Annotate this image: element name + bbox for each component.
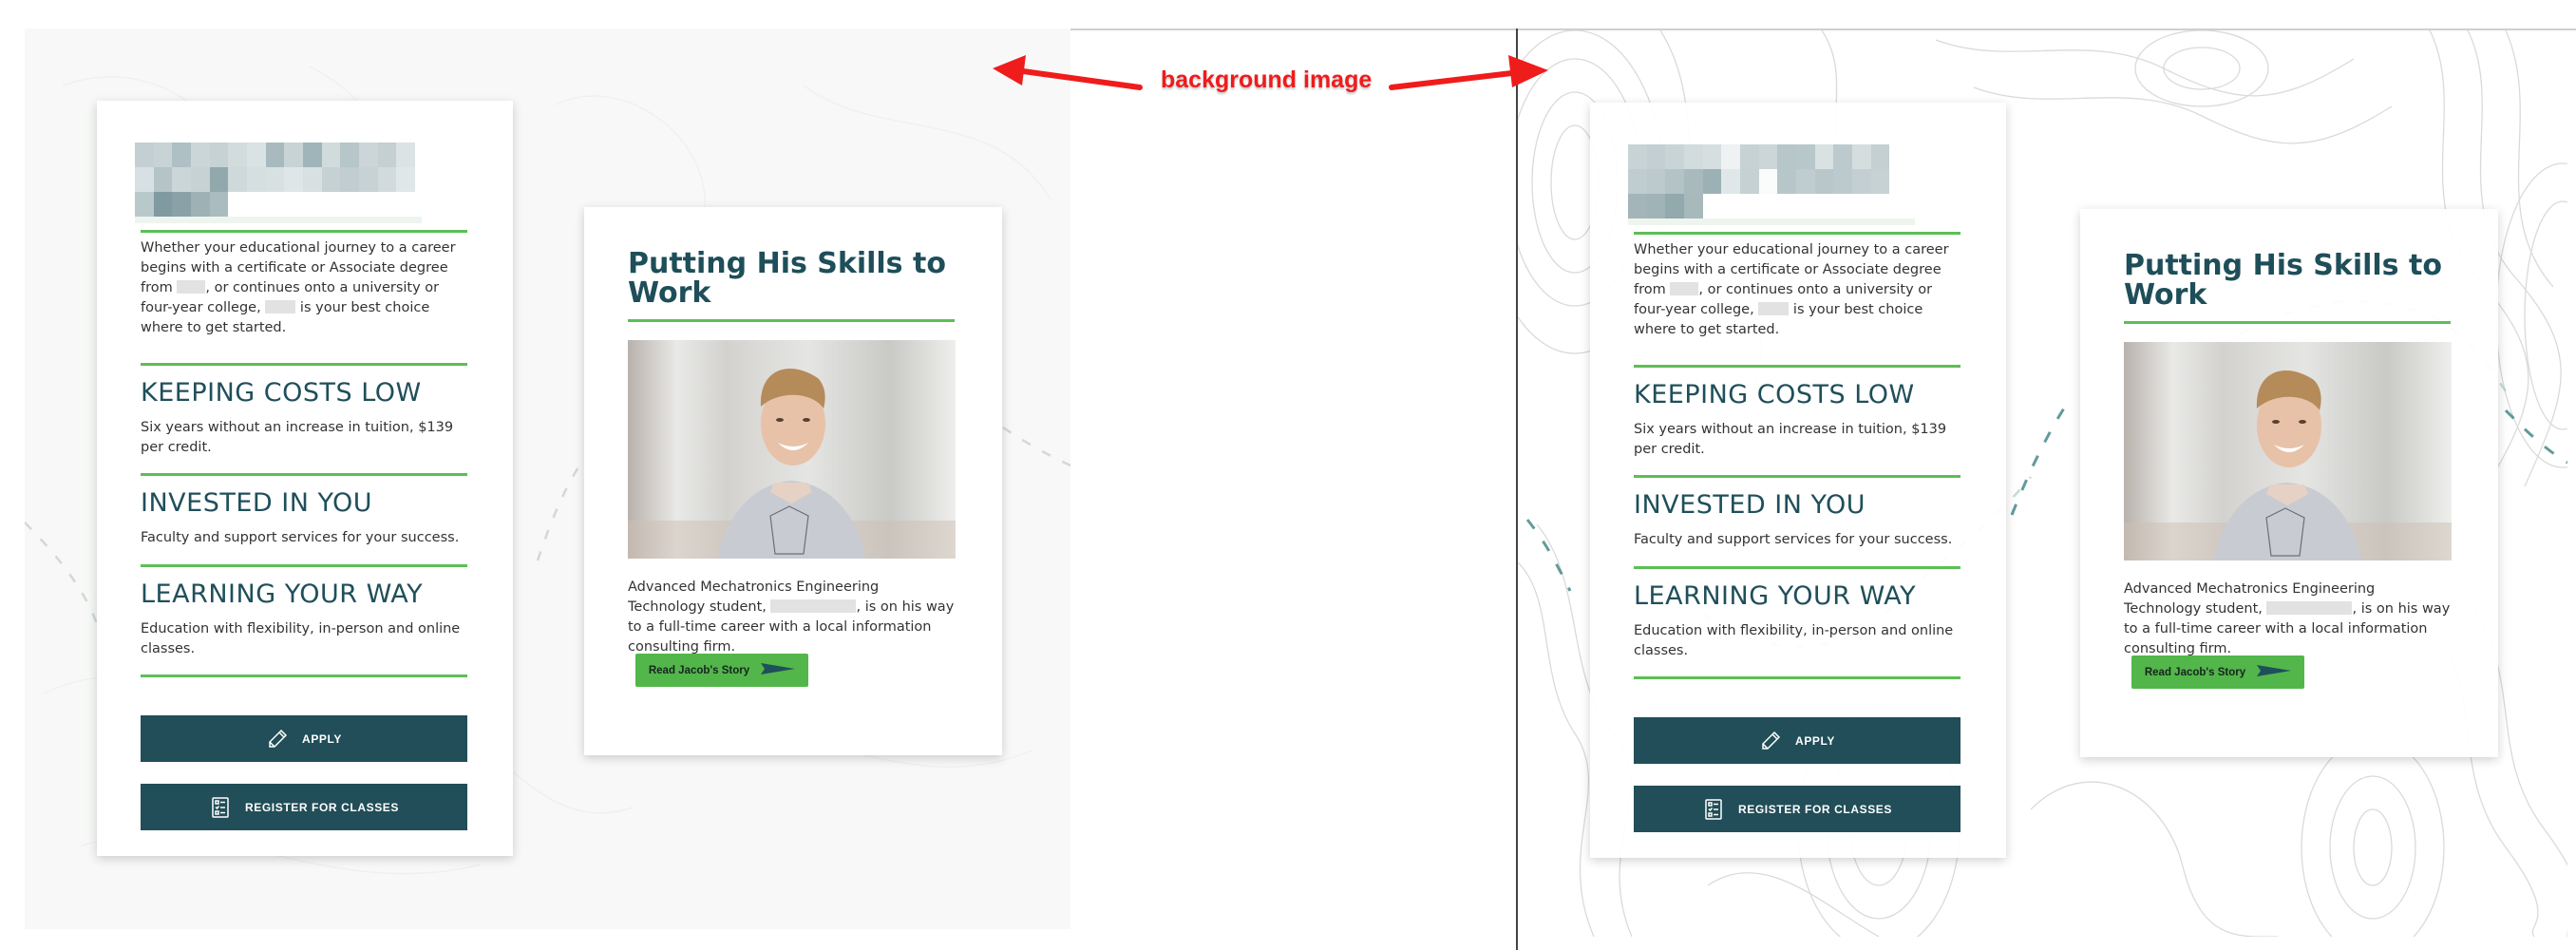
intro-text: Whether your educational journey to a ca…	[1634, 242, 1949, 337]
register-for-classes-button[interactable]: REGISTER FOR CLASSES	[1634, 786, 1960, 832]
redacted-student-name	[770, 599, 857, 613]
section-title-learning: LEARNING YOUR WAY	[141, 580, 424, 609]
divider-line	[1634, 676, 1960, 679]
apply-button[interactable]: APPLY	[1634, 717, 1960, 764]
redacted-logo	[135, 142, 415, 217]
section-text-costs: Six years without an increase in tuition…	[1634, 422, 1947, 457]
checklist-icon	[1702, 798, 1725, 821]
section-title-costs: KEEPING COSTS LOW	[1634, 380, 1915, 409]
annotation-label: background image	[1161, 66, 1373, 93]
apply-label: APPLY	[302, 732, 342, 746]
divider-line	[141, 230, 467, 233]
student-photo	[628, 340, 956, 559]
section-title-learning: LEARNING YOUR WAY	[1634, 581, 1917, 611]
section-title-costs: KEEPING COSTS LOW	[141, 378, 422, 408]
divider-line	[1634, 475, 1960, 478]
info-card: Whether your educational journey to a ca…	[97, 101, 513, 856]
divider-line	[141, 473, 467, 476]
redacted-college-name	[177, 280, 206, 294]
section-text-invested: Faculty and support services for your su…	[1634, 532, 1953, 547]
divider-line	[1634, 566, 1960, 569]
checklist-icon	[209, 796, 232, 819]
divider-line	[2124, 321, 2451, 324]
divider-line	[1634, 232, 1960, 235]
pencil-icon	[1759, 730, 1782, 752]
story-card: Putting His Skills to Work Advanced Mech…	[2080, 209, 2498, 757]
section-text-invested: Faculty and support services for your su…	[141, 530, 460, 545]
info-card: Whether your educational journey to a ca…	[1590, 103, 2006, 858]
register-label: REGISTER FOR CLASSES	[244, 800, 400, 814]
register-for-classes-button[interactable]: REGISTER FOR CLASSES	[141, 784, 467, 830]
section-text-learning: Education with flexibility, in-person an…	[141, 621, 461, 656]
redacted-logo	[1628, 144, 1908, 218]
pencil-icon	[266, 728, 289, 750]
apply-label: APPLY	[1795, 733, 1835, 748]
read-story-button[interactable]: Read Jacob's Story	[635, 654, 808, 687]
logo-underline	[1628, 218, 1915, 225]
redacted-college-name	[1670, 282, 1699, 295]
redacted-student-name	[2266, 601, 2353, 615]
story-title: Putting His Skills to Work	[628, 247, 946, 310]
redacted-college-name	[1758, 302, 1790, 315]
divider-line	[628, 319, 955, 322]
divider-line	[1634, 365, 1960, 368]
divider-line	[141, 363, 467, 366]
arrow-right-icon	[1389, 55, 1548, 90]
apply-button[interactable]: APPLY	[141, 715, 467, 762]
logo-underline	[135, 217, 422, 223]
panel-faded-background: Whether your educational journey to a ca…	[25, 28, 1070, 929]
intro-text: Whether your educational journey to a ca…	[141, 240, 456, 335]
redacted-college-name	[265, 300, 296, 314]
divider-line	[141, 674, 467, 677]
read-story-label: Read Jacob's Story	[2144, 666, 2246, 678]
story-text: Advanced Mechatronics Engineering Techno…	[2124, 581, 2451, 656]
section-title-invested: INVESTED IN YOU	[141, 488, 373, 518]
story-text: Advanced Mechatronics Engineering Techno…	[628, 580, 955, 655]
section-text-costs: Six years without an increase in tuition…	[141, 420, 454, 455]
story-card: Putting His Skills to Work Advanced Mech…	[584, 207, 1002, 755]
student-photo	[2124, 342, 2452, 560]
read-story-button[interactable]: Read Jacob's Story	[2131, 656, 2304, 689]
section-title-invested: INVESTED IN YOU	[1634, 490, 1866, 520]
arrow-right-icon	[2257, 665, 2292, 679]
register-label: REGISTER FOR CLASSES	[1737, 802, 1893, 816]
read-story-label: Read Jacob's Story	[648, 664, 750, 676]
arrow-left-icon	[993, 55, 1143, 90]
section-text-learning: Education with flexibility, in-person an…	[1634, 623, 1954, 658]
divider-line	[141, 564, 467, 567]
panel-visible-background: Whether your educational journey to a ca…	[1518, 30, 2567, 937]
story-title: Putting His Skills to Work	[2124, 249, 2442, 312]
arrow-right-icon	[761, 663, 796, 677]
